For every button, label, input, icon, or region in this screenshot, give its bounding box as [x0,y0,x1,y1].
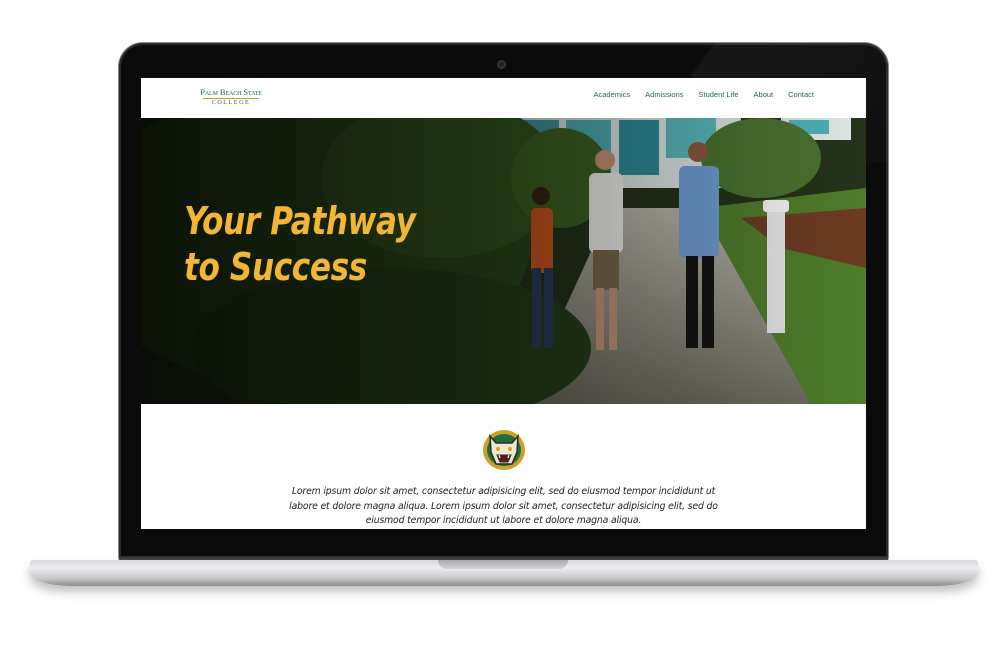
intro-text: Lorem ipsum dolor sit amet, consectetur … [289,486,718,526]
site-header: Palm Beach State College Academics Admis… [141,78,866,118]
nav-contact[interactable]: Contact [788,90,814,100]
nav-student-life[interactable]: Student Life [699,90,739,100]
nav-about[interactable]: About [754,90,774,100]
college-logo[interactable]: Palm Beach State College [195,87,267,107]
nav-academics[interactable]: Academics [593,90,630,100]
laptop-notch [438,560,568,569]
main-nav: Academics Admissions Student Life About … [593,90,814,100]
logo-line2: College [211,100,251,106]
hero-title-line1: Your Pathway [184,199,416,243]
hero-banner: Your Pathway to Success [141,118,866,404]
logo-line1: Palm Beach State [200,87,262,97]
hero-title-line2: to Success [184,245,367,289]
logo-divider [203,98,259,99]
camera-icon [497,60,506,69]
panther-head-icon [483,430,525,470]
hero-title: Your Pathway to Success [184,198,416,290]
nav-admissions[interactable]: Admissions [645,90,683,100]
laptop-screen: Palm Beach State College Academics Admis… [141,78,866,529]
